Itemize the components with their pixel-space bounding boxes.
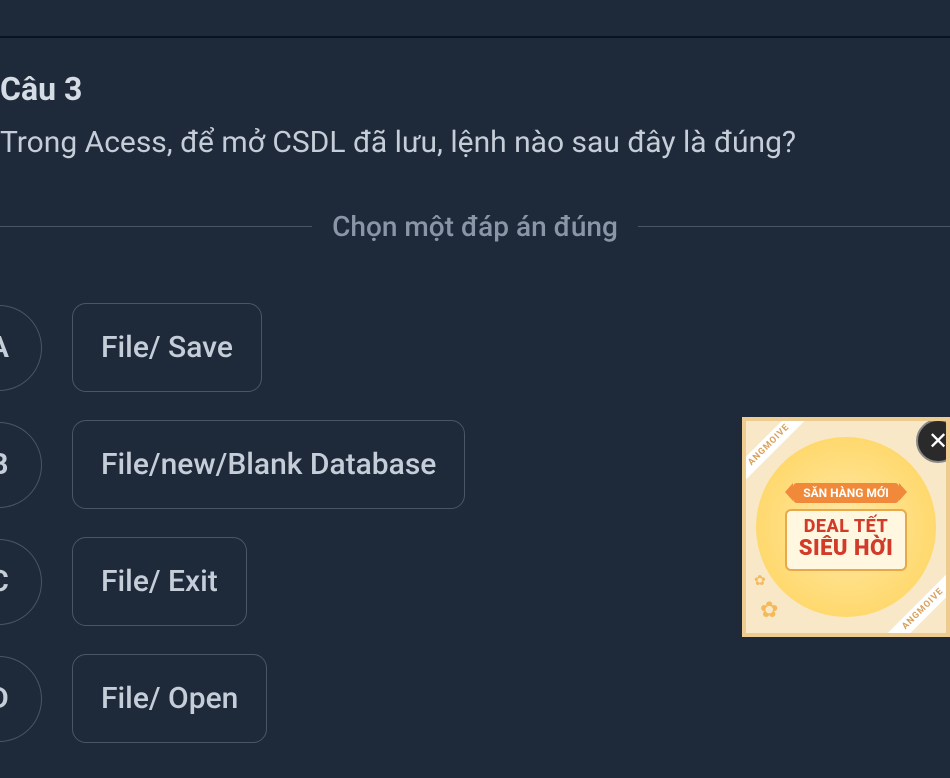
answer-text: File/ Exit	[72, 537, 247, 626]
answer-text: File/ Open	[72, 654, 267, 743]
answer-letter: D	[0, 656, 42, 742]
answer-letter: A	[0, 305, 42, 391]
ad-deal-box: DEAL TẾT SIÊU HỜI	[785, 509, 908, 571]
close-icon: ✕	[928, 427, 948, 455]
divider-line-left	[0, 226, 312, 227]
answer-text: File/ Save	[72, 303, 262, 392]
ad-deal-line1: DEAL TẾT	[799, 517, 894, 537]
flower-icon: ✿	[754, 573, 766, 589]
ad-ribbon: SĂN HÀNG MỚI	[793, 483, 899, 503]
answer-text: File/new/Blank Database	[72, 420, 465, 509]
ad-deal-line2: SIÊU HỜI	[799, 537, 894, 561]
instruction-row: Chọn một đáp án đúng	[0, 210, 950, 243]
answer-option-d[interactable]: D File/ Open	[0, 654, 950, 743]
ad-circle: SĂN HÀNG MỚI DEAL TẾT SIÊU HỜI	[756, 437, 936, 617]
answer-letter: B	[0, 422, 42, 508]
flower-icon: ✿	[760, 598, 778, 623]
answer-letter: C	[0, 539, 42, 625]
ad-banner[interactable]: ANGMOIVE ANGMOIVE SĂN HÀNG MỚI DEAL TẾT …	[742, 417, 950, 637]
instruction-text: Chọn một đáp án đúng	[332, 210, 618, 243]
question-number: Câu 3	[0, 70, 950, 108]
question-block: Câu 3 Trong Acess, để mở CSDL đã lưu, lệ…	[0, 38, 950, 164]
question-text: Trong Acess, để mở CSDL đã lưu, lệnh nào…	[0, 122, 950, 164]
answer-option-a[interactable]: A File/ Save	[0, 303, 950, 392]
divider-line-right	[638, 226, 950, 227]
